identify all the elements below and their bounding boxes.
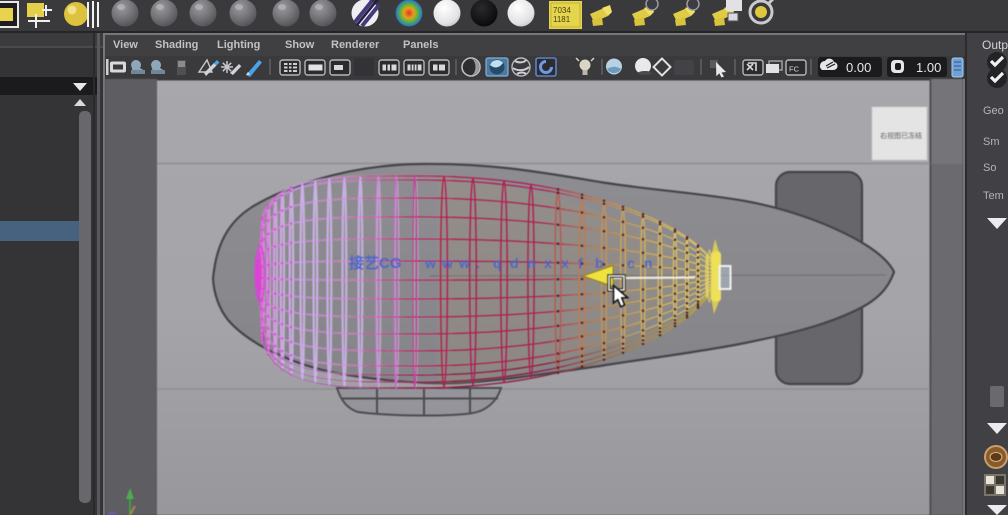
- svg-text:右视图已冻结: 右视图已冻结: [880, 131, 922, 140]
- svg-text:1.00: 1.00: [916, 60, 941, 75]
- svg-text:0.00: 0.00: [846, 60, 871, 75]
- svg-text:Sm: Sm: [983, 136, 1000, 148]
- svg-text:7034: 7034: [553, 6, 571, 15]
- svg-text:1181: 1181: [553, 15, 571, 24]
- svg-text:So: So: [983, 162, 996, 174]
- svg-text:Tem: Tem: [983, 190, 1004, 202]
- svg-text:接艺CG: 接艺CG: [349, 254, 402, 272]
- svg-text:Outp: Outp: [982, 38, 1008, 52]
- svg-text:FC: FC: [789, 65, 800, 74]
- svg-text:Geo: Geo: [983, 105, 1004, 117]
